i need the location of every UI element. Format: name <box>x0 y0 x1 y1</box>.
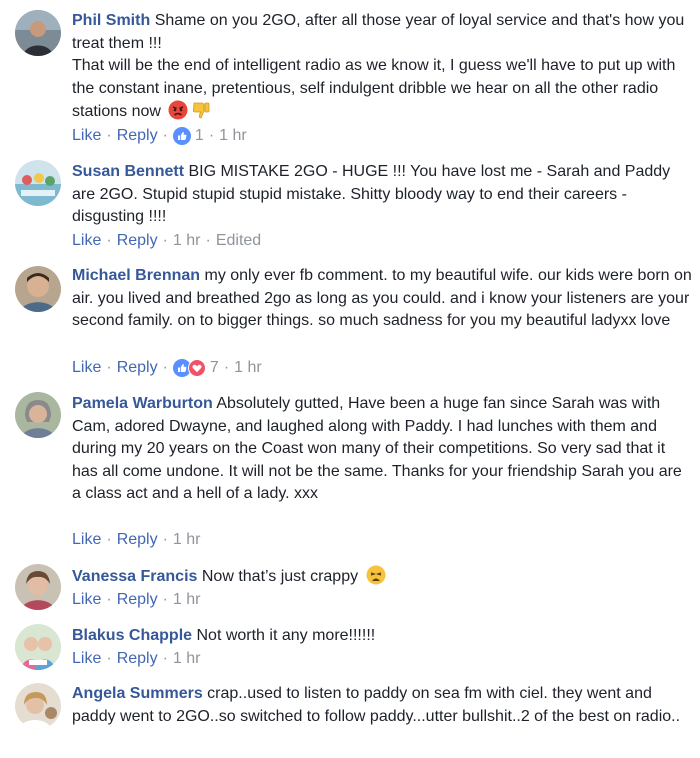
comment-text: Not worth it any more!!!!!! <box>196 627 376 644</box>
separator: · <box>162 531 168 548</box>
separator: · <box>162 232 168 249</box>
timestamp[interactable]: 1 hr <box>173 232 201 250</box>
separator: · <box>106 359 112 376</box>
comment-actions: Like · Reply · 1 hr · Edited <box>72 232 261 250</box>
comment-author[interactable]: Vanessa Francis <box>72 568 197 585</box>
comment-body: Pamela Warburton Absolutely gutted, Have… <box>72 393 692 506</box>
comment-author[interactable]: Blakus Chapple <box>72 627 192 644</box>
separator: · <box>162 650 168 667</box>
comment-actions: Like · Reply · 7 · 1 hr <box>72 359 262 377</box>
comment-author[interactable]: Michael Brennan <box>72 267 200 284</box>
comment-actions: Like · Reply · 1 hr <box>72 591 201 609</box>
reaction-count[interactable]: 7 <box>210 359 219 377</box>
timestamp[interactable]: 1 hr <box>173 531 201 549</box>
reply-link[interactable]: Reply <box>117 531 158 549</box>
edited-label[interactable]: Edited <box>216 232 261 250</box>
comment-author[interactable]: Phil Smith <box>72 12 150 29</box>
reaction-count[interactable]: 1 <box>195 127 204 145</box>
avatar[interactable] <box>15 160 61 206</box>
reply-link[interactable]: Reply <box>117 127 158 145</box>
like-link[interactable]: Like <box>72 591 101 609</box>
separator: · <box>106 232 112 249</box>
comment-actions: Like · Reply · 1 · 1 hr <box>72 127 247 145</box>
angry-face-icon <box>168 100 188 128</box>
like-link[interactable]: Like <box>72 531 101 549</box>
comment-body: Angela Summers crap..used to listen to p… <box>72 683 692 728</box>
reply-link[interactable]: Reply <box>117 650 158 668</box>
comment-author[interactable]: Pamela Warburton <box>72 395 213 412</box>
comment-body: Phil Smith Shame on you 2GO, after all t… <box>72 10 692 128</box>
reply-link[interactable]: Reply <box>117 591 158 609</box>
comment-text: Now that’s just crappy <box>201 568 359 585</box>
timestamp[interactable]: 1 hr <box>173 591 201 609</box>
avatar[interactable] <box>15 564 61 610</box>
avatar[interactable] <box>15 10 61 56</box>
comment-body: Susan Bennett BIG MISTAKE 2GO - HUGE !!!… <box>72 161 692 229</box>
like-link[interactable]: Like <box>72 127 101 145</box>
comment-author[interactable]: Angela Summers <box>72 685 203 702</box>
timestamp[interactable]: 1 hr <box>234 359 262 377</box>
tired-face-icon <box>366 565 386 593</box>
comment-body: Michael Brennan my only ever fb comment.… <box>72 265 692 333</box>
separator: · <box>106 650 112 667</box>
avatar[interactable] <box>15 266 61 312</box>
separator: · <box>223 359 230 376</box>
comment-body: Vanessa Francis Now that’s just crappy <box>72 565 692 593</box>
timestamp[interactable]: 1 hr <box>219 127 247 145</box>
avatar[interactable] <box>15 683 61 729</box>
comment-body: Blakus Chapple Not worth it any more!!!!… <box>72 625 692 648</box>
comment-actions: Like · Reply · 1 hr <box>72 650 201 668</box>
comment-author[interactable]: Susan Bennett <box>72 163 184 180</box>
like-link[interactable]: Like <box>72 359 101 377</box>
separator: · <box>106 127 112 144</box>
reply-link[interactable]: Reply <box>117 359 158 377</box>
comment-actions: Like · Reply · 1 hr <box>72 531 201 549</box>
separator: · <box>106 591 112 608</box>
reply-link[interactable]: Reply <box>117 232 158 250</box>
separator: · <box>162 127 168 144</box>
like-reaction-icon[interactable] <box>172 127 191 145</box>
separator: · <box>162 591 168 608</box>
separator: · <box>106 531 112 548</box>
love-reaction-icon[interactable] <box>187 359 206 377</box>
like-link[interactable]: Like <box>72 650 101 668</box>
avatar[interactable] <box>15 392 61 438</box>
like-link[interactable]: Like <box>72 232 101 250</box>
comment-text: Shame on you 2GO, after all those year o… <box>72 12 685 120</box>
avatar[interactable] <box>15 624 61 670</box>
separator: · <box>208 127 215 144</box>
timestamp[interactable]: 1 hr <box>173 650 201 668</box>
separator: · <box>162 359 168 376</box>
separator: · <box>205 232 211 249</box>
thumbs-down-icon <box>191 100 211 128</box>
